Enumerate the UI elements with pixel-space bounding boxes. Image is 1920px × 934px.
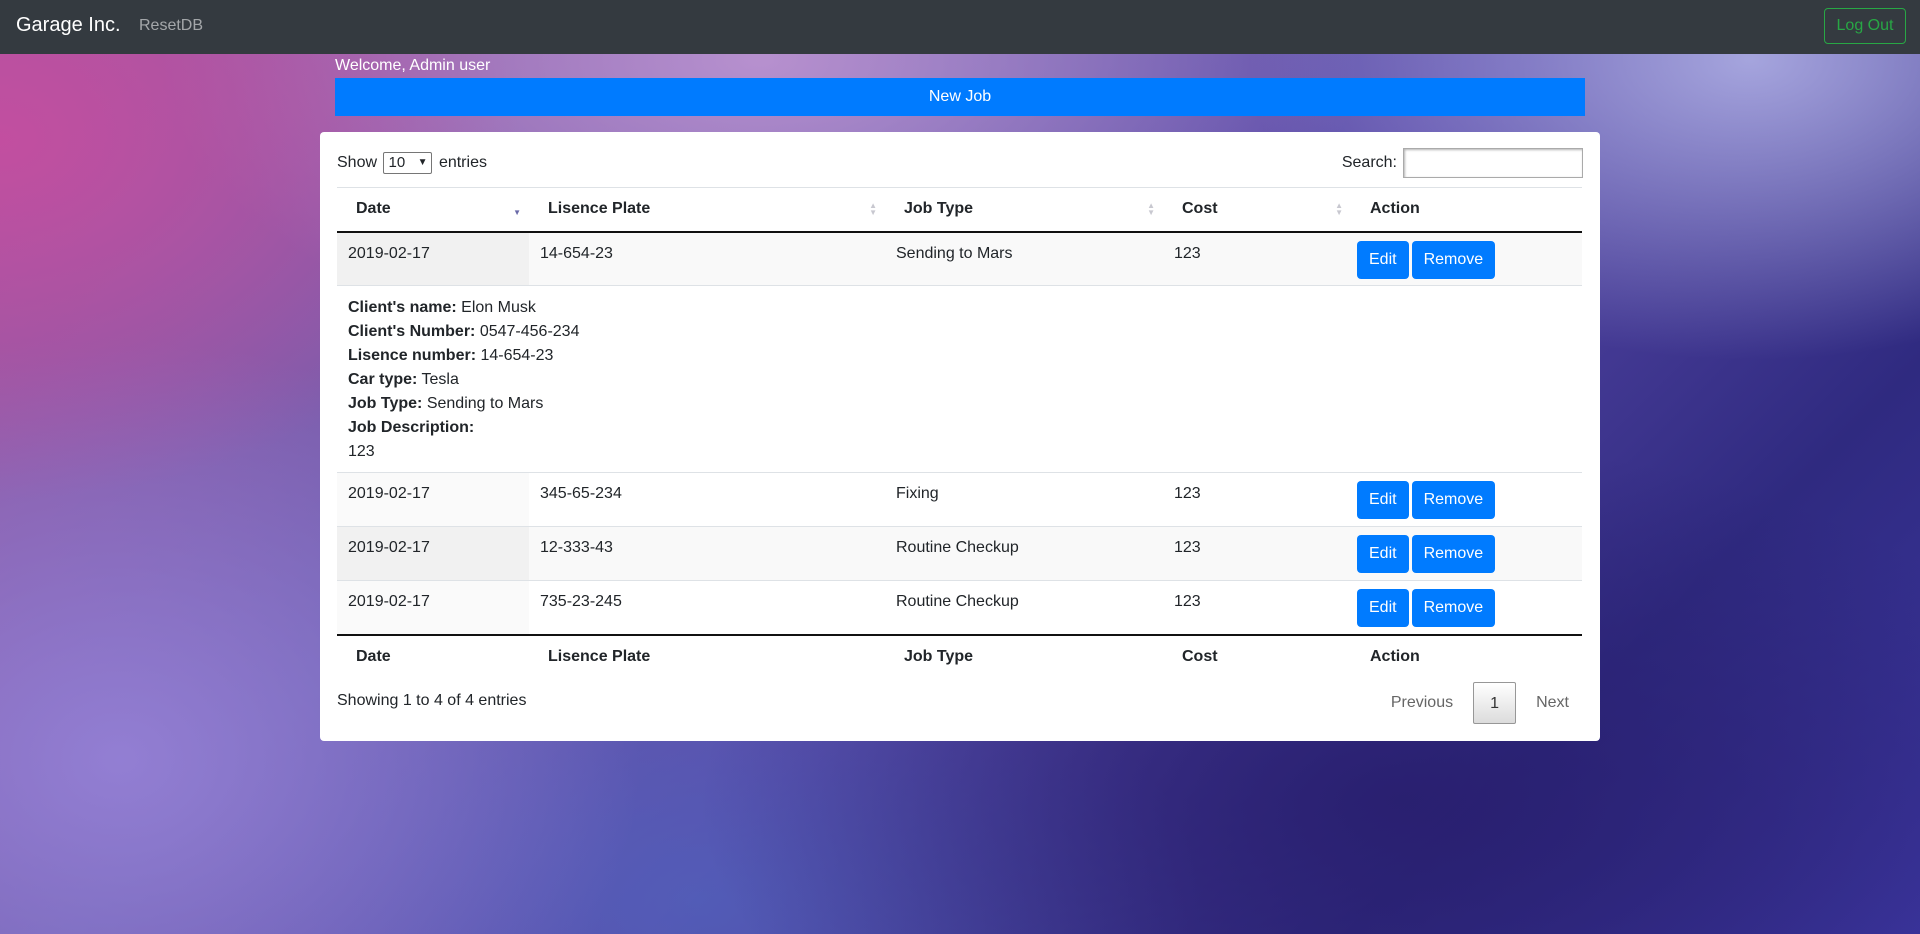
cell-plate: 14-654-23 (529, 231, 885, 286)
row-details: Client's name: Elon Musk Client's Number… (337, 285, 1582, 473)
remove-button[interactable]: Remove (1411, 240, 1496, 279)
detail-value: 0547-456-234 (479, 323, 580, 340)
edit-button[interactable]: Edit (1357, 240, 1409, 279)
detail-label: Job Description: (348, 419, 475, 436)
cell-date: 2019-02-17 (337, 231, 529, 286)
page-length-control: Show 10 ▼ entries (337, 152, 487, 174)
navbar: Garage Inc. ResetDB Log Out (0, 0, 1920, 54)
cell-date: 2019-02-17 (337, 526, 529, 581)
show-label: Show (337, 154, 378, 172)
dropdown-arrow-icon: ▼ (417, 157, 428, 168)
column-header-action: Action (1351, 187, 1582, 233)
reset-db-link[interactable]: ResetDB (139, 17, 203, 35)
detail-label: Client's name: (348, 299, 457, 316)
search-label: Search: (1341, 154, 1397, 171)
remove-button[interactable]: Remove (1411, 535, 1496, 573)
page-length-value: 10 (388, 154, 406, 171)
detail-value: 14-654-23 (480, 347, 554, 364)
entries-label: entries (438, 154, 487, 172)
new-job-button[interactable]: New Job (335, 78, 1585, 116)
welcome-text: Welcome, Admin user (335, 57, 491, 74)
cell-plate: 345-65-234 (529, 472, 885, 527)
detail-car-type: Car type: Tesla (348, 368, 1582, 392)
table-header-row: Date ▼ Lisence Plate ▲ ▼ Job Type ▲ ▼ Cost ▲ ▼… (337, 187, 1582, 233)
detail-label: Client's Number: (348, 323, 476, 340)
cell-cost: 123 (1163, 580, 1351, 635)
cell-cost: 123 (1163, 472, 1351, 527)
cell-actions: Edit Remove (1351, 526, 1582, 581)
table-info: Showing 1 to 4 of 4 entries (337, 692, 527, 709)
edit-button[interactable]: Edit (1357, 535, 1409, 573)
column-header-label: Job Type (904, 200, 974, 218)
footer-header-cost: Cost (1163, 633, 1351, 679)
cell-job-type: Sending to Mars (885, 231, 1163, 286)
edit-button[interactable]: Edit (1357, 589, 1409, 627)
cell-date: 2019-02-17 (337, 472, 529, 527)
cell-date: 2019-02-17 (337, 580, 529, 635)
column-header-cost[interactable]: Cost ▲ ▼ (1163, 187, 1351, 233)
footer-header-plate: Lisence Plate (529, 633, 885, 679)
cell-actions: Edit Remove (1351, 580, 1582, 635)
detail-label: Lisence number: (348, 347, 477, 364)
column-header-job-type[interactable]: Job Type ▲ ▼ (885, 187, 1163, 233)
detail-client-name: Client's name: Elon Musk (348, 296, 1582, 320)
brand-title[interactable]: Garage Inc. (16, 14, 121, 37)
sort-desc-icon: ▼ (513, 208, 521, 217)
column-header-label: Lisence Plate (548, 200, 651, 218)
footer-header-job-type: Job Type (885, 633, 1163, 679)
previous-page-button[interactable]: Previous (1377, 682, 1467, 724)
table-row[interactable]: 2019-02-17 345-65-234 Fixing 123 Edit Rem… (337, 472, 1582, 527)
detail-value: Sending to Mars (426, 395, 544, 412)
column-header-label: Action (1370, 200, 1420, 218)
row-details-cell: Client's name: Elon Musk Client's Number… (337, 285, 1582, 473)
detail-value: Elon Musk (461, 299, 536, 316)
detail-client-number: Client's Number: 0547-456-234 (348, 320, 1582, 344)
search-input[interactable] (1403, 148, 1583, 178)
cell-actions: Edit Remove (1351, 231, 1582, 286)
detail-value: Tesla (421, 371, 459, 388)
column-header-date[interactable]: Date ▼ (337, 187, 529, 233)
cell-job-type: Fixing (885, 472, 1163, 527)
detail-label: Car type: (348, 371, 418, 388)
table-row[interactable]: 2019-02-17 14-654-23 Sending to Mars 123… (337, 231, 1582, 286)
search-control: Search: (1342, 148, 1583, 178)
detail-lisence-number: Lisence number: 14-654-23 (348, 344, 1582, 368)
sort-icon: ▲ ▼ (869, 201, 877, 217)
cell-job-type: Routine Checkup (885, 580, 1163, 635)
detail-job-type: Job Type: Sending to Mars (348, 392, 1582, 416)
column-header-label: Date (356, 200, 391, 218)
page-button-current[interactable]: 1 (1473, 682, 1517, 724)
remove-button[interactable]: Remove (1411, 481, 1496, 519)
detail-job-description: Job Description: (348, 416, 1582, 440)
detail-description-text: 123 (348, 443, 375, 460)
cell-plate: 735-23-245 (529, 580, 885, 635)
table-footer-row: Date Lisence Plate Job Type Cost Action (337, 633, 1582, 679)
jobs-table-card: Show 10 ▼ entries Search: Date ▼ Lisence … (320, 132, 1600, 741)
table-row[interactable]: 2019-02-17 12-333-43 Routine Checkup 123… (337, 526, 1582, 581)
remove-button[interactable]: Remove (1411, 589, 1496, 627)
table-row[interactable]: 2019-02-17 735-23-245 Routine Checkup 12… (337, 580, 1582, 635)
cell-job-type: Routine Checkup (885, 526, 1163, 581)
edit-button[interactable]: Edit (1357, 481, 1409, 519)
detail-label: Job Type: (348, 395, 423, 412)
pagination: Previous 1 Next (1377, 682, 1583, 724)
next-page-button[interactable]: Next (1522, 682, 1583, 724)
sort-icon: ▲ ▼ (1335, 201, 1343, 217)
cell-cost: 123 (1163, 231, 1351, 286)
footer-header-date: Date (337, 633, 529, 679)
logout-button[interactable]: Log Out (1824, 8, 1906, 44)
jobs-table: Date ▼ Lisence Plate ▲ ▼ Job Type ▲ ▼ Cost ▲ ▼… (337, 187, 1582, 679)
page-length-select[interactable]: 10 ▼ (383, 152, 433, 174)
cell-actions: Edit Remove (1351, 472, 1582, 527)
column-header-label: Cost (1182, 200, 1218, 218)
cell-cost: 123 (1163, 526, 1351, 581)
sort-icon: ▲ ▼ (1147, 201, 1155, 217)
footer-header-action: Action (1351, 633, 1582, 679)
column-header-plate[interactable]: Lisence Plate ▲ ▼ (529, 187, 885, 233)
cell-plate: 12-333-43 (529, 526, 885, 581)
